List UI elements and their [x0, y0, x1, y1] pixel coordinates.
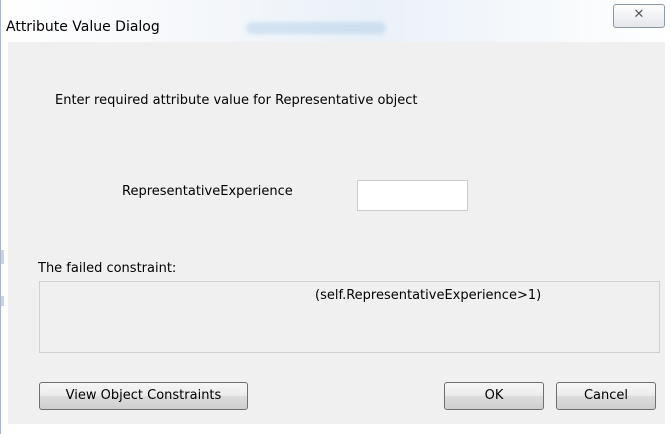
failed-constraint-label: The failed constraint:	[38, 261, 177, 276]
close-icon: ✕	[633, 7, 645, 22]
constraint-box: (self.RepresentativeExperience>1)	[39, 281, 660, 353]
left-edge-mark	[1, 296, 4, 306]
title-bar-blur	[246, 22, 386, 34]
attribute-value-input[interactable]	[357, 180, 468, 211]
title-bar[interactable]: Attribute Value Dialog ✕	[1, 0, 671, 42]
attribute-name-label: RepresentativeExperience	[122, 184, 293, 199]
left-edge-mark	[1, 250, 4, 264]
cancel-button[interactable]: Cancel	[556, 382, 656, 410]
prompt-text: Enter required attribute value for Repre…	[55, 93, 418, 108]
ok-button[interactable]: OK	[444, 382, 544, 410]
view-object-constraints-button[interactable]: View Object Constraints	[39, 382, 248, 410]
attribute-value-dialog: Attribute Value Dialog ✕ Enter required …	[0, 0, 671, 434]
close-button[interactable]: ✕	[613, 4, 665, 28]
constraint-expression: (self.RepresentativeExperience>1)	[315, 288, 542, 303]
window-title: Attribute Value Dialog	[6, 19, 160, 35]
